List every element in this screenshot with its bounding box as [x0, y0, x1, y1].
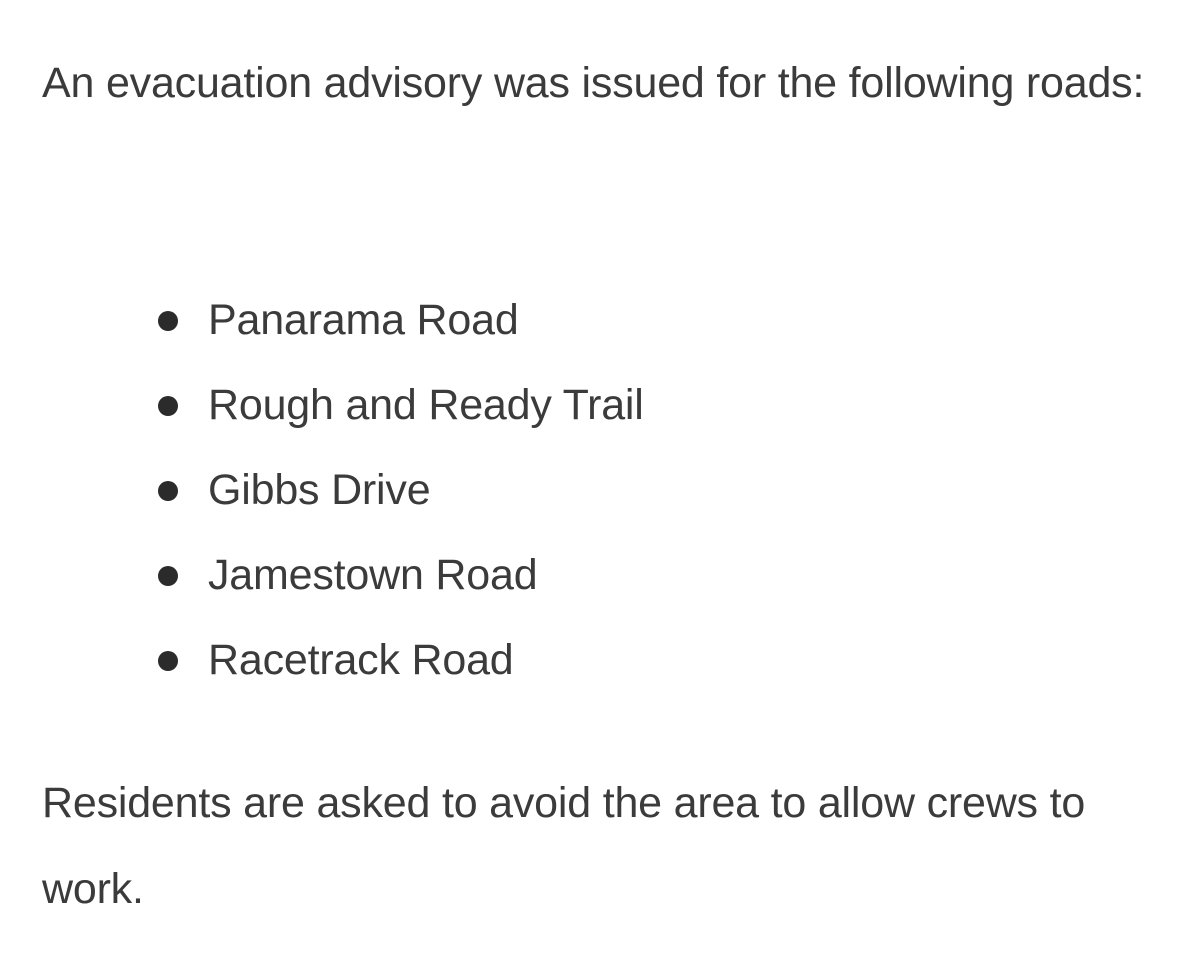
closing-paragraph: Residents are asked to avoid the area to… — [42, 779, 1086, 913]
road-label: Jamestown Road — [208, 551, 538, 599]
road-label: Gibbs Drive — [208, 466, 431, 514]
list-item: Gibbs Drive — [42, 448, 1162, 533]
list-item: Rough and Ready Trail — [42, 363, 1162, 448]
advisory-article: An evacuation advisory was issued for th… — [42, 40, 1162, 913]
bullet-icon — [158, 481, 178, 501]
road-list: Panarama Road Rough and Ready Trail Gibb… — [42, 278, 1162, 703]
road-label: Rough and Ready Trail — [208, 381, 644, 429]
bullet-icon — [158, 566, 178, 586]
bullet-icon — [158, 396, 178, 416]
road-label: Panarama Road — [208, 296, 519, 344]
intro-paragraph: An evacuation advisory was issued for th… — [42, 59, 1145, 107]
bullet-icon — [158, 651, 178, 671]
list-item: Panarama Road — [42, 278, 1162, 363]
list-item: Jamestown Road — [42, 533, 1162, 618]
bullet-icon — [158, 311, 178, 331]
list-item: Racetrack Road — [42, 618, 1162, 703]
road-label: Racetrack Road — [208, 636, 514, 684]
